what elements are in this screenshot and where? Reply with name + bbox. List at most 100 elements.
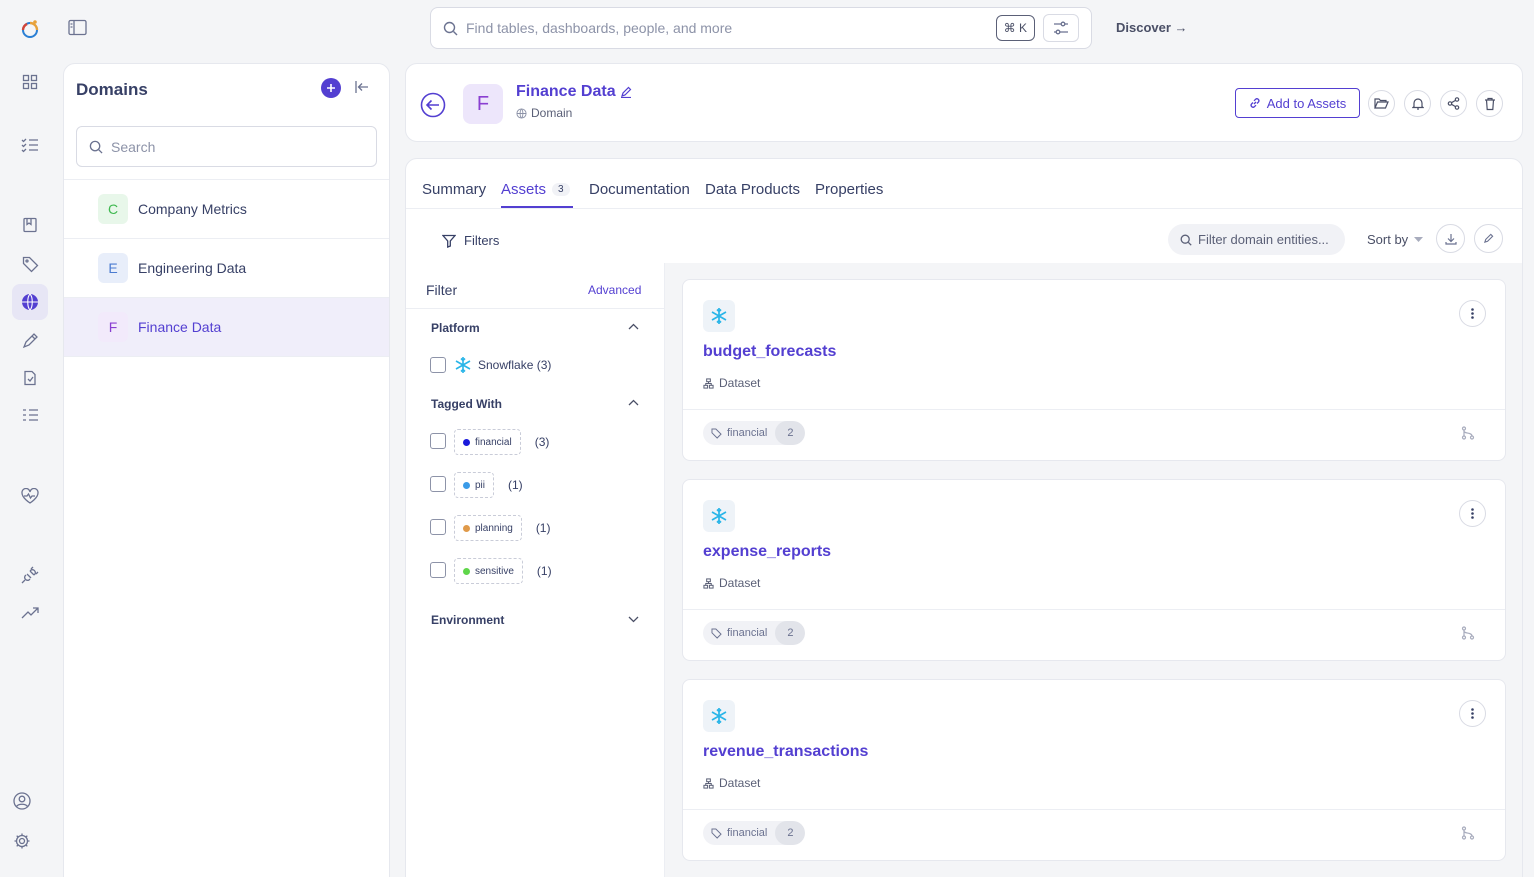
filters-toggle[interactable]: Filters (442, 233, 499, 248)
lineage-button[interactable] (1461, 826, 1475, 840)
tag-icon (22, 256, 38, 272)
asset-menu-button[interactable] (1459, 300, 1486, 327)
tab-data-products[interactable]: Data Products (705, 181, 800, 198)
tab-assets[interactable]: Assets 3 (501, 181, 570, 198)
nav-glossary[interactable] (12, 207, 48, 243)
nav-settings[interactable] (4, 823, 40, 859)
tag-option-financial[interactable]: financial (3) (454, 429, 549, 455)
tab-documentation[interactable]: Documentation (589, 181, 690, 198)
delete-button[interactable] (1476, 90, 1503, 117)
dataset-icon (703, 777, 714, 789)
edit-assets-button[interactable] (1474, 224, 1503, 253)
nav-tags[interactable] (12, 246, 48, 282)
tag-label: planning (475, 522, 513, 534)
asset-tag[interactable]: financial 2 (703, 621, 806, 645)
domain-item-company-metrics[interactable]: C Company Metrics (64, 180, 389, 239)
lineage-button[interactable] (1461, 626, 1475, 640)
asset-menu-button[interactable] (1459, 500, 1486, 527)
asset-name[interactable]: budget_forecasts (703, 343, 836, 361)
document-icon (24, 370, 36, 386)
tag-checkbox-pii[interactable] (430, 476, 446, 492)
tag-option-pii[interactable]: pii (1) (454, 472, 523, 498)
asset-tag[interactable]: financial 2 (703, 821, 806, 845)
share-button[interactable] (1440, 90, 1467, 117)
domain-item-engineering-data[interactable]: E Engineering Data (64, 239, 389, 298)
nav-profile[interactable] (4, 783, 40, 819)
environment-expand[interactable] (628, 616, 639, 623)
tab-summary[interactable]: Summary (422, 181, 486, 198)
nav-analytics[interactable] (12, 595, 48, 631)
domain-item-finance-data[interactable]: F Finance Data (64, 298, 389, 357)
tag-option-planning[interactable]: planning (1) (454, 515, 550, 541)
heart-pulse-icon (21, 488, 39, 504)
tag-count: (1) (508, 478, 523, 492)
download-icon (1444, 233, 1457, 245)
nav-tasks[interactable] (12, 127, 48, 163)
tag-checkbox-sensitive[interactable] (430, 562, 446, 578)
tag-option-sensitive[interactable]: sensitive (1) (454, 558, 552, 584)
asset-card[interactable]: budget_forecasts Dataset financial 2 (682, 279, 1506, 461)
tab-properties[interactable]: Properties (815, 181, 883, 198)
tag-count: (3) (534, 435, 550, 449)
nav-observe[interactable] (12, 478, 48, 514)
tagged-with-collapse[interactable] (628, 399, 639, 406)
nav-documents[interactable] (12, 360, 48, 396)
lineage-icon (1461, 826, 1475, 840)
discover-link[interactable]: Discover → (1116, 20, 1188, 35)
add-to-assets-button[interactable]: Add to Assets (1235, 88, 1360, 118)
tag-label: sensitive (475, 565, 514, 577)
asset-card[interactable]: revenue_transactions Dataset financial 2 (682, 679, 1506, 861)
tabs-bar: Summary Assets 3 Documentation Data Produ… (406, 159, 1522, 209)
create-domain-button[interactable] (321, 78, 341, 98)
download-button[interactable] (1436, 224, 1465, 253)
collapse-panel-button[interactable] (354, 79, 370, 95)
tag-checkbox-financial[interactable] (430, 433, 446, 449)
nav-data-products[interactable] (12, 322, 48, 358)
domain-avatar: E (98, 253, 128, 283)
list-icon (22, 409, 38, 421)
domain-name: Company Metrics (138, 201, 247, 217)
nav-domains[interactable] (12, 284, 48, 320)
nav-ingestion[interactable] (12, 557, 48, 593)
asset-name[interactable]: expense_reports (703, 543, 831, 561)
user-circle-icon (13, 792, 31, 810)
move-button[interactable] (1368, 90, 1395, 117)
nav-structured-properties[interactable] (12, 397, 48, 433)
asset-divider (683, 809, 1505, 810)
asset-name[interactable]: revenue_transactions (703, 743, 868, 761)
notifications-button[interactable] (1404, 90, 1431, 117)
tag-checkbox-planning[interactable] (430, 519, 446, 535)
snowflake-option[interactable]: Snowflake (3) (454, 356, 551, 374)
environment-section-title[interactable]: Environment (431, 613, 504, 627)
entity-type-label: Domain (531, 106, 573, 120)
domain-content: Summary Assets 3 Documentation Data Produ… (405, 158, 1523, 877)
asset-card[interactable]: expense_reports Dataset financial 2 (682, 479, 1506, 661)
add-to-assets-label: Add to Assets (1266, 95, 1347, 111)
advanced-filters-link[interactable]: Advanced (588, 283, 641, 297)
entity-title-text: Finance Data (516, 83, 616, 100)
bell-icon (1411, 98, 1424, 110)
snowflake-logo (703, 500, 735, 532)
funnel-icon (442, 234, 456, 248)
tagged-with-section-title[interactable]: Tagged With (431, 397, 502, 411)
domain-search-input[interactable]: Search (76, 126, 377, 167)
domain-avatar: C (98, 194, 128, 224)
back-button[interactable] (420, 92, 446, 118)
platform-section-title[interactable]: Platform (431, 321, 480, 335)
tag-icon (711, 627, 722, 639)
asset-tag[interactable]: financial 2 (703, 421, 806, 445)
asset-menu-button[interactable] (1459, 700, 1486, 727)
global-search[interactable]: Find tables, dashboards, people, and mor… (430, 7, 1092, 49)
lineage-button[interactable] (1461, 426, 1475, 440)
entity-title[interactable]: Finance Data (516, 83, 632, 101)
nav-home[interactable] (12, 64, 48, 100)
sidebar-toggle[interactable] (68, 19, 87, 36)
datahub-logo[interactable] (12, 11, 48, 47)
search-filters-button[interactable] (1043, 14, 1079, 42)
edit-pencil-icon[interactable] (620, 86, 632, 98)
snowflake-checkbox[interactable] (430, 357, 446, 373)
filter-entities-input[interactable]: Filter domain entities... (1168, 224, 1345, 255)
platform-collapse[interactable] (628, 323, 639, 330)
sort-dropdown[interactable]: Sort by (1367, 232, 1424, 247)
filter-panel: Filter Advanced Platform Snowflake (3) T… (406, 263, 665, 877)
